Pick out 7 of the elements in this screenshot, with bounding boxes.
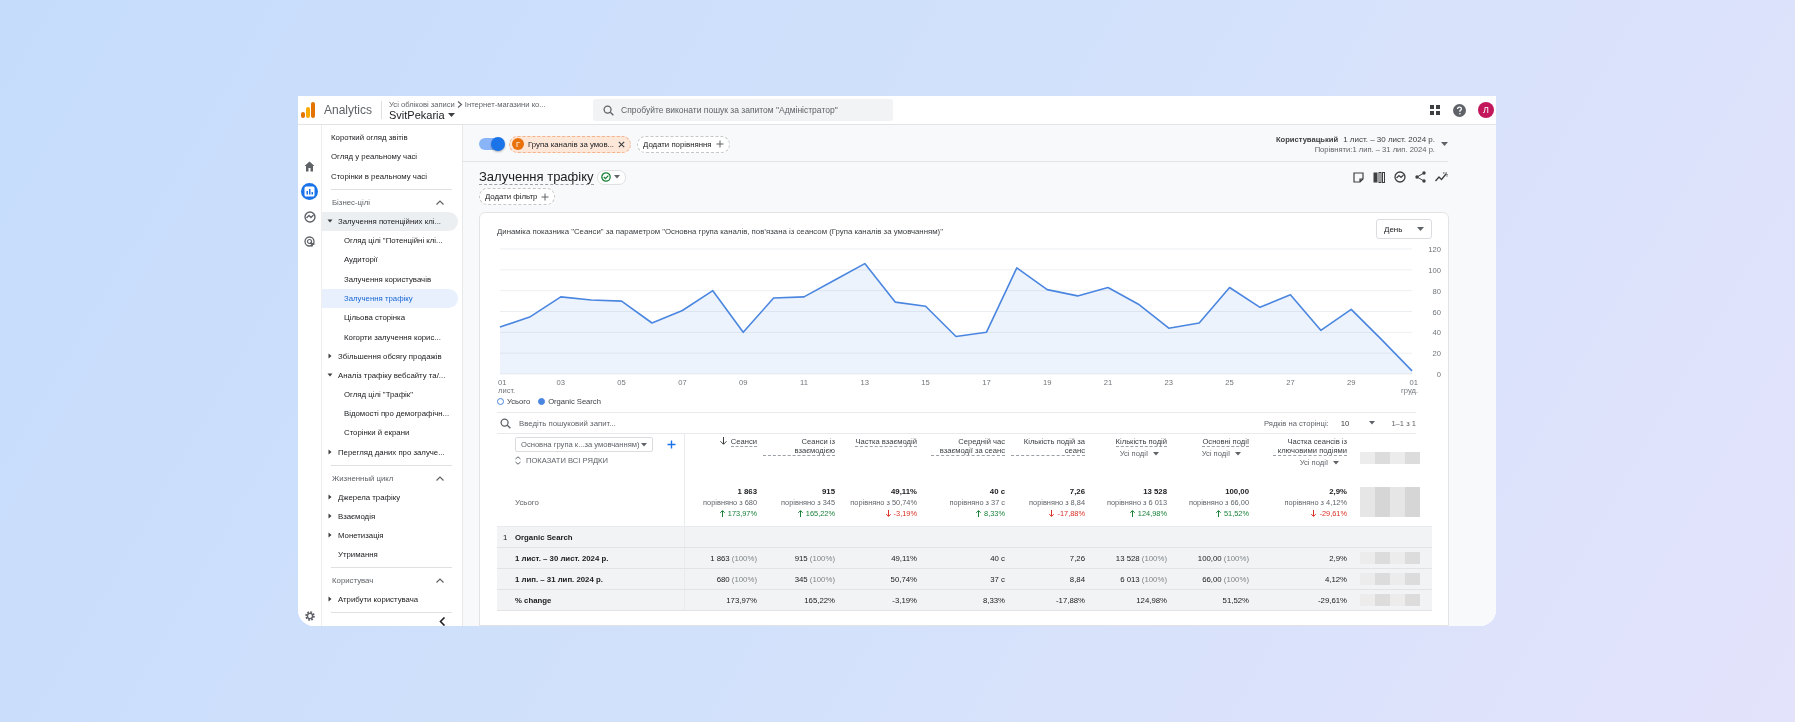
report-title: Залучення трафіку xyxy=(479,169,594,185)
search-field[interactable]: Спробуйте виконати пошук за запитом "Адміністратор" xyxy=(593,99,894,121)
user-avatar[interactable]: Л xyxy=(1478,102,1494,118)
property-selector[interactable]: SvitPekaria xyxy=(389,108,590,121)
date-range[interactable]: 1 лист. – 30 лист. 2024 р. xyxy=(1343,134,1435,144)
product-name: Analytics xyxy=(324,103,373,117)
interval-dropdown[interactable]: День xyxy=(1376,219,1432,239)
